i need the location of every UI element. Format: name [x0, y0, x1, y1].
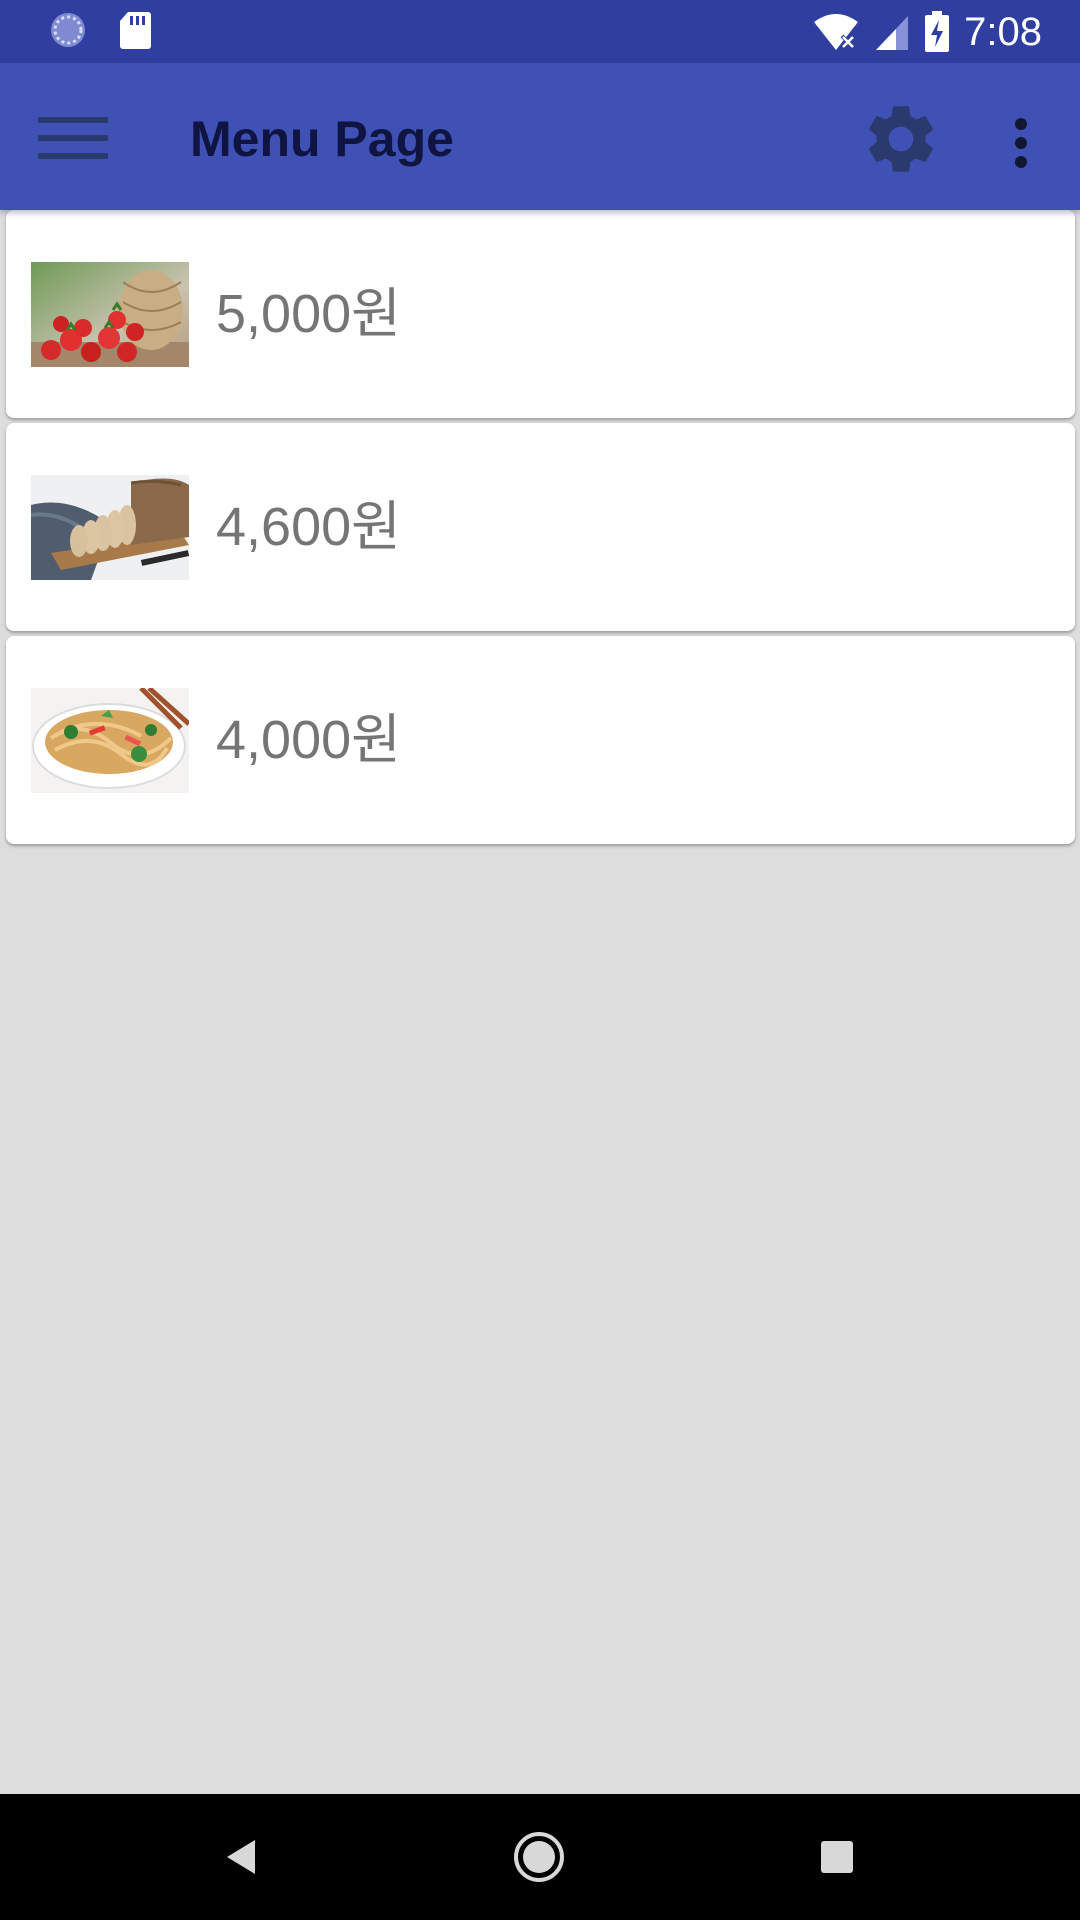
gear-icon	[869, 106, 933, 172]
settings-button[interactable]	[860, 98, 942, 180]
sd-card-icon	[120, 12, 151, 49]
menu-item-card[interactable]: 5,000원	[6, 210, 1075, 418]
battery-charging-icon	[925, 11, 950, 52]
overflow-menu-button[interactable]	[1002, 108, 1042, 178]
menu-item-price: 4,600원	[216, 497, 401, 557]
back-button[interactable]	[211, 1827, 271, 1887]
status-bar: 7:08	[0, 0, 1080, 63]
app-screen: 7:08 Menu Page 5,000원 4,600원 4,000원	[0, 0, 1080, 1920]
bread-image	[31, 475, 189, 580]
recents-icon	[821, 1841, 853, 1873]
wifi-off-icon	[814, 14, 859, 50]
menu-item-price: 4,000원	[216, 710, 401, 770]
home-icon	[514, 1832, 564, 1882]
noodles-image	[31, 688, 189, 793]
sync-icon	[51, 13, 85, 47]
menu-item-image	[31, 688, 189, 793]
strawberries-image	[31, 262, 189, 367]
back-icon	[227, 1840, 255, 1874]
signal-icon	[876, 16, 909, 50]
menu-item-image	[31, 475, 189, 580]
page-title: Menu Page	[190, 111, 454, 167]
menu-item-image	[31, 262, 189, 367]
status-time: 7:08	[964, 10, 1042, 54]
menu-item-price: 5,000원	[216, 284, 401, 344]
recents-button[interactable]	[807, 1827, 867, 1887]
menu-item-card[interactable]: 4,600원	[6, 423, 1075, 631]
app-bar: Menu Page	[0, 63, 1080, 210]
menu-button[interactable]	[30, 103, 120, 173]
menu-item-card[interactable]: 4,000원	[6, 636, 1075, 844]
status-bar-right: 7:08	[812, 6, 1042, 58]
status-bar-left	[48, 10, 152, 50]
navigation-bar	[0, 1794, 1080, 1920]
home-button[interactable]	[509, 1827, 569, 1887]
